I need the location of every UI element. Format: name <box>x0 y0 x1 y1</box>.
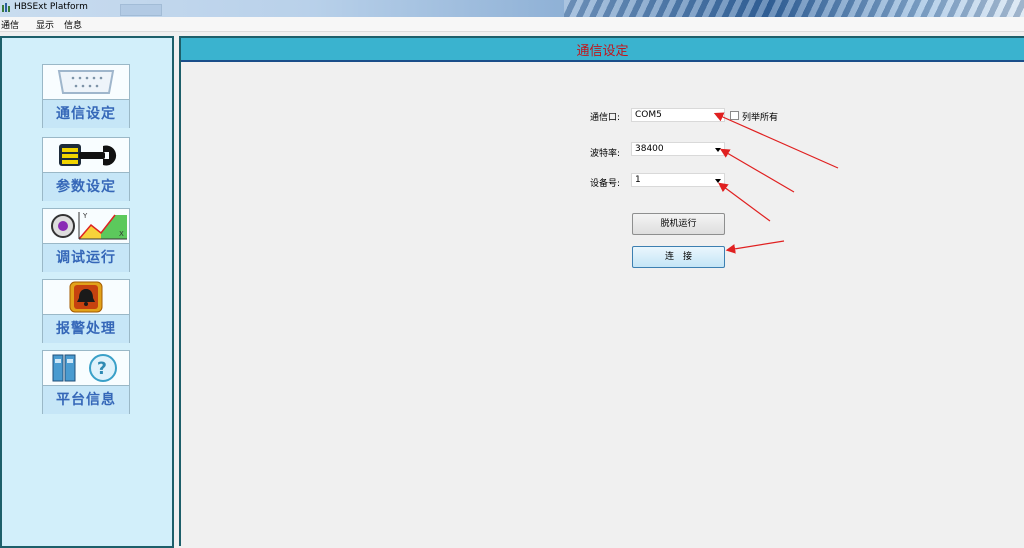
app-icon <box>2 3 10 12</box>
sidebar-item-label: 通信设定 <box>43 99 129 128</box>
alarm-bell-icon <box>69 281 103 313</box>
serial-port-icon <box>57 70 115 94</box>
connect-button[interactable]: 连 接 <box>632 246 725 268</box>
port-value: COM5 <box>635 110 662 120</box>
device-label: 设备号: <box>590 179 621 189</box>
graph-gear-icon: Y X <box>51 212 127 240</box>
sidebar-item-label: 调试运行 <box>43 243 129 272</box>
baud-value: 38400 <box>635 144 664 154</box>
offline-run-button[interactable]: 脱机运行 <box>632 213 725 235</box>
main-header: 通信设定 <box>181 38 1024 62</box>
sidebar-item-alarm[interactable]: 报警处理 <box>42 279 130 343</box>
svg-text:?: ? <box>97 359 107 379</box>
baud-label: 波特率: <box>590 149 621 159</box>
menu-bar: 通信 显示 信息 <box>0 17 1024 32</box>
menu-item-comm[interactable]: 通信 <box>1 18 19 31</box>
chevron-down-icon <box>715 114 721 118</box>
sidebar-item-label: 平台信息 <box>43 385 129 414</box>
svg-text:X: X <box>119 230 124 238</box>
device-select[interactable]: 1 <box>631 173 725 187</box>
page-title: 通信设定 <box>576 44 629 59</box>
sidebar-item-param-settings[interactable]: 参数设定 <box>42 137 130 201</box>
chevron-down-icon <box>715 148 721 152</box>
sidebar-item-label: 报警处理 <box>43 314 129 343</box>
port-select[interactable]: COM5 <box>631 108 725 122</box>
baud-select[interactable]: 38400 <box>631 142 725 156</box>
chevron-down-icon <box>715 179 721 183</box>
list-all-label: 列举所有 <box>742 113 779 123</box>
device-value: 1 <box>635 175 641 185</box>
svg-text:Y: Y <box>82 212 88 220</box>
help-device-icon: ? <box>52 354 117 382</box>
title-bar: HBSExt Platform <box>0 0 1024 17</box>
menu-item-info[interactable]: 信息 <box>64 18 82 31</box>
main-body <box>181 62 1024 546</box>
menu-item-display[interactable]: 显示 <box>36 18 54 31</box>
sidebar-item-platform-info[interactable]: ? 平台信息 <box>42 350 130 414</box>
sidebar-item-debug-run[interactable]: Y X 调试运行 <box>42 208 130 272</box>
wrench-icon <box>59 144 117 166</box>
list-all-checkbox[interactable] <box>730 111 739 120</box>
sidebar-item-comm-settings[interactable]: 通信设定 <box>42 64 130 128</box>
titlebar-decoration <box>120 4 162 16</box>
sidebar-item-label: 参数设定 <box>43 172 129 201</box>
titlebar-pattern <box>564 0 1024 17</box>
port-label: 通信口: <box>590 113 621 123</box>
window-title: HBSExt Platform <box>14 2 88 12</box>
